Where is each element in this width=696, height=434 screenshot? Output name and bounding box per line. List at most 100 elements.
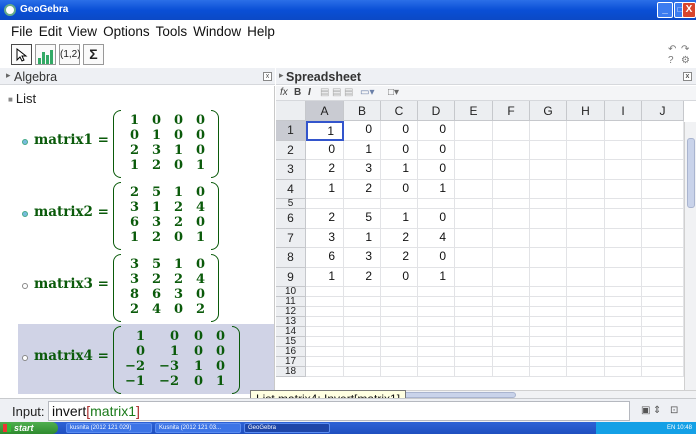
- spreadsheet-cell[interactable]: [381, 199, 418, 209]
- column-header-g[interactable]: G: [530, 101, 567, 121]
- spreadsheet-cell[interactable]: 3: [344, 160, 381, 180]
- spreadsheet-cell[interactable]: [605, 357, 642, 367]
- input-help-icon[interactable]: ⊡: [670, 405, 678, 416]
- spreadsheet-cell[interactable]: [344, 307, 381, 317]
- spreadsheet-cell[interactable]: 2: [306, 209, 344, 229]
- spreadsheet-cell[interactable]: [530, 199, 567, 209]
- spreadsheet-cell[interactable]: [455, 140, 493, 160]
- spreadsheet-cell[interactable]: [344, 327, 381, 337]
- spreadsheet-cell[interactable]: 2: [381, 228, 418, 248]
- spreadsheet-cell[interactable]: [567, 160, 605, 180]
- spreadsheet-cell[interactable]: [567, 209, 605, 229]
- spreadsheet-cell[interactable]: [381, 347, 418, 357]
- spreadsheet-cell[interactable]: [306, 367, 344, 377]
- spreadsheet-cell[interactable]: [344, 337, 381, 347]
- spreadsheet-cell[interactable]: [642, 367, 684, 377]
- spreadsheet-cell[interactable]: [530, 337, 567, 347]
- algebra-item-matrix2[interactable]: matrix2 = 2510 3124 6320 1201: [18, 180, 274, 252]
- spreadsheet-cell[interactable]: [493, 287, 530, 297]
- spreadsheet-cell[interactable]: [493, 121, 530, 141]
- close-button[interactable]: X: [682, 2, 696, 18]
- spreadsheet-cell[interactable]: [418, 307, 455, 317]
- spreadsheet-cell[interactable]: [530, 267, 567, 287]
- spreadsheet-cell[interactable]: [530, 179, 567, 199]
- spreadsheet-cell[interactable]: [493, 248, 530, 268]
- spreadsheet-cell[interactable]: [493, 199, 530, 209]
- spreadsheet-cell[interactable]: 1: [306, 267, 344, 287]
- spreadsheet-cell[interactable]: [530, 121, 567, 141]
- spreadsheet-cell[interactable]: [605, 199, 642, 209]
- spreadsheet-cell[interactable]: [493, 307, 530, 317]
- spreadsheet-cell[interactable]: [493, 347, 530, 357]
- spreadsheet-cell[interactable]: [455, 267, 493, 287]
- spreadsheet-cell[interactable]: [605, 317, 642, 327]
- spreadsheet-cell[interactable]: [642, 121, 684, 141]
- fx-button[interactable]: fx: [280, 87, 288, 98]
- spreadsheet-cell[interactable]: [344, 357, 381, 367]
- spreadsheet-cell[interactable]: [306, 317, 344, 327]
- menu-options[interactable]: Options: [103, 24, 150, 39]
- spreadsheet-cell[interactable]: [605, 367, 642, 377]
- settings-icon[interactable]: ⚙: [681, 55, 690, 66]
- spreadsheet-cell[interactable]: [605, 267, 642, 287]
- spreadsheet-cell[interactable]: [567, 248, 605, 268]
- spreadsheet-cell[interactable]: [455, 199, 493, 209]
- spreadsheet-cell[interactable]: 0: [418, 140, 455, 160]
- italic-button[interactable]: I: [308, 87, 311, 98]
- spreadsheet-cell[interactable]: [530, 287, 567, 297]
- spreadsheet-cell[interactable]: [493, 228, 530, 248]
- spreadsheet-cell[interactable]: [530, 228, 567, 248]
- spreadsheet-cell[interactable]: 3: [344, 248, 381, 268]
- spreadsheet-cell[interactable]: [455, 248, 493, 268]
- row-header[interactable]: 6: [276, 209, 306, 229]
- align-center-icon[interactable]: ▤: [332, 87, 341, 98]
- spreadsheet-cell[interactable]: [567, 337, 605, 347]
- spreadsheet-cell[interactable]: 1: [418, 267, 455, 287]
- column-header-j[interactable]: J: [642, 101, 684, 121]
- spreadsheet-cell[interactable]: [344, 287, 381, 297]
- spreadsheet-cell[interactable]: [567, 140, 605, 160]
- spreadsheet-cell[interactable]: [455, 327, 493, 337]
- close-algebra-icon[interactable]: x: [263, 72, 272, 81]
- spreadsheet-cell[interactable]: [418, 337, 455, 347]
- spreadsheet-cell[interactable]: [605, 160, 642, 180]
- spreadsheet-cell[interactable]: [418, 327, 455, 337]
- spreadsheet-cell[interactable]: [605, 121, 642, 141]
- spreadsheet-cell[interactable]: 6: [306, 248, 344, 268]
- spreadsheet-cell[interactable]: [418, 297, 455, 307]
- spreadsheet-cell[interactable]: 5: [344, 209, 381, 229]
- spreadsheet-cell[interactable]: [567, 121, 605, 141]
- spreadsheet-cell[interactable]: [642, 317, 684, 327]
- spreadsheet-cell[interactable]: [493, 267, 530, 287]
- input-dropdown-icon[interactable]: ⇕: [653, 405, 661, 416]
- align-left-icon[interactable]: ▤: [320, 87, 329, 98]
- spreadsheet-cell[interactable]: 1: [381, 209, 418, 229]
- menu-window[interactable]: Window: [193, 24, 241, 39]
- row-header[interactable]: 14: [276, 327, 306, 337]
- spreadsheet-cell[interactable]: [381, 287, 418, 297]
- spreadsheet-cell[interactable]: [642, 248, 684, 268]
- spreadsheet-cell[interactable]: [455, 179, 493, 199]
- spreadsheet-cell[interactable]: [493, 297, 530, 307]
- spreadsheet-cell[interactable]: [455, 357, 493, 367]
- row-header[interactable]: 1: [276, 121, 306, 141]
- spreadsheet-cell[interactable]: [344, 297, 381, 307]
- spreadsheet-cell[interactable]: [381, 297, 418, 307]
- spreadsheet-cell[interactable]: [530, 317, 567, 327]
- spreadsheet-cell[interactable]: [418, 367, 455, 377]
- algebra-item-matrix1[interactable]: matrix1 = 1000 0100 2310 1201: [18, 108, 274, 180]
- row-header[interactable]: 9: [276, 267, 306, 287]
- row-header[interactable]: 7: [276, 228, 306, 248]
- spreadsheet-cell[interactable]: 0: [418, 121, 455, 141]
- spreadsheet-cell[interactable]: [642, 160, 684, 180]
- close-spreadsheet-icon[interactable]: x: [683, 72, 692, 81]
- collapse-arrow-icon[interactable]: ▸: [6, 70, 11, 81]
- spreadsheet-cell[interactable]: [418, 287, 455, 297]
- spreadsheet-cell[interactable]: [567, 297, 605, 307]
- spreadsheet-cell[interactable]: [344, 367, 381, 377]
- algebra-item-matrix3[interactable]: matrix3 = 3510 3224 8630 2402: [18, 252, 274, 324]
- spreadsheet-cell[interactable]: [455, 160, 493, 180]
- spreadsheet-cell[interactable]: [418, 357, 455, 367]
- spreadsheet-cell[interactable]: [493, 140, 530, 160]
- fill-color-icon[interactable]: ▭▾: [360, 87, 374, 98]
